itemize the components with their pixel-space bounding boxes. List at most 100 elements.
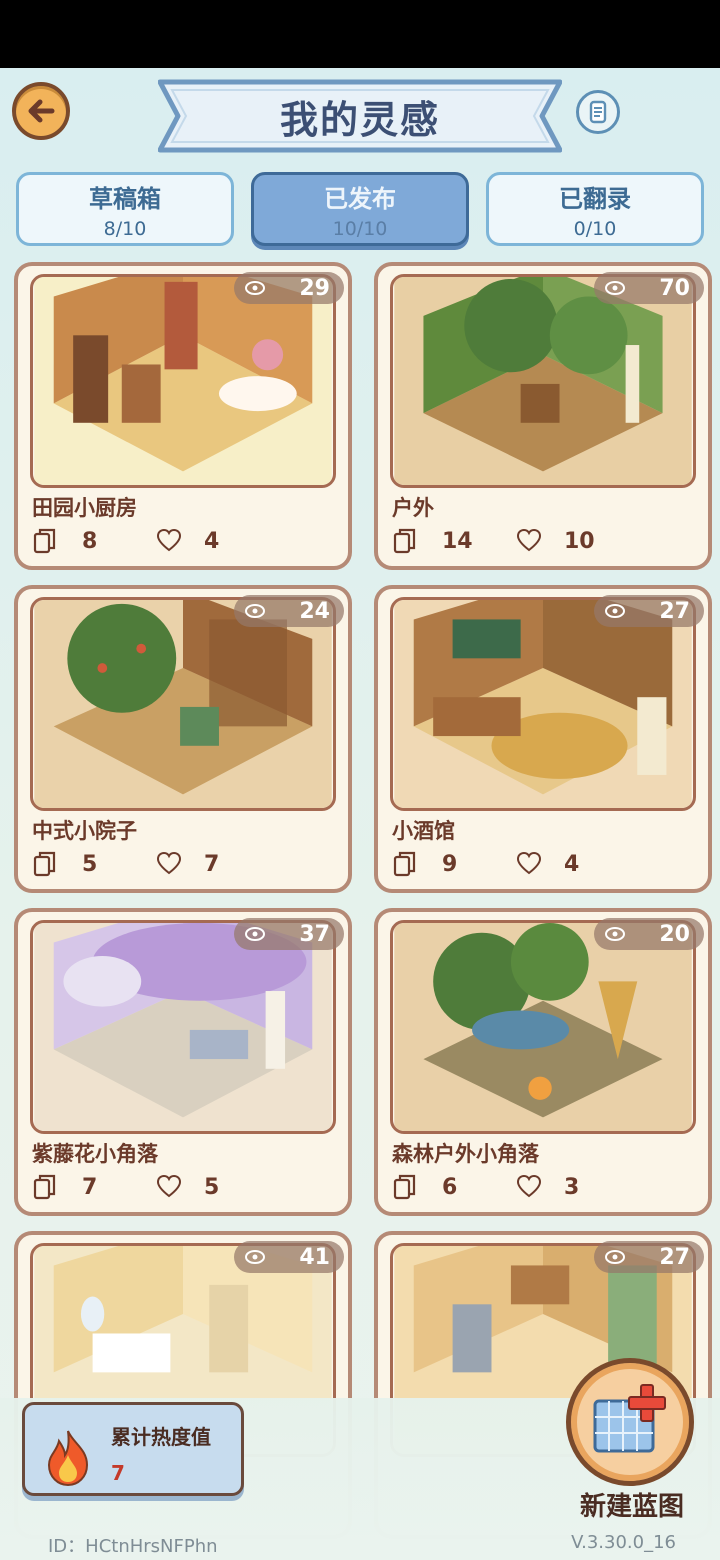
new-blueprint-button[interactable]: [566, 1358, 694, 1486]
tab-count: 0/10: [573, 217, 617, 240]
copy-icon: [33, 851, 56, 877]
view-count-badge: 27: [594, 595, 704, 627]
card-title: 中式小院子: [32, 819, 137, 843]
like-count: 4: [564, 851, 580, 877]
blueprint-card[interactable]: 70 户外 14 10: [374, 262, 712, 570]
like-count: 10: [564, 528, 595, 554]
heart-icon[interactable]: [156, 1173, 182, 1201]
records-button[interactable]: [576, 90, 620, 134]
outdoor-room-image: [394, 277, 692, 485]
eye-icon: [245, 927, 265, 941]
wisteria-room-image: [34, 923, 332, 1131]
room-thumbnail: [30, 920, 336, 1134]
tab-count: 8/10: [103, 217, 147, 240]
view-count-badge: 27: [594, 1241, 704, 1273]
app-version: V.3.30.0_16: [571, 1532, 676, 1553]
like-count: 7: [204, 851, 220, 877]
eye-icon: [245, 604, 265, 618]
view-count: 24: [299, 598, 330, 624]
copy-icon: [33, 528, 56, 554]
back-button[interactable]: [12, 82, 70, 140]
copy-icon: [393, 1174, 416, 1200]
view-count: 27: [659, 598, 690, 624]
view-count: 27: [659, 1244, 690, 1270]
tab-label: 已发布: [324, 184, 396, 213]
heat-value: 7: [111, 1461, 125, 1485]
card-title: 小酒馆: [392, 819, 455, 843]
view-count-badge: 37: [234, 918, 344, 950]
page-title: 我的灵感: [279, 97, 440, 142]
card-stats: 7 5: [32, 1170, 240, 1204]
app-screen: 我的灵感 草稿箱 8/10 已发布 10/10 已翻录 0/10 29 田园小厨…: [0, 68, 720, 1560]
view-count-badge: 24: [234, 595, 344, 627]
copy-count: 8: [82, 528, 98, 554]
eye-icon: [605, 604, 625, 618]
eye-icon: [605, 927, 625, 941]
tab-published[interactable]: 已发布 10/10: [251, 172, 469, 246]
heart-icon[interactable]: [516, 527, 542, 555]
like-count: 4: [204, 528, 220, 554]
blueprint-add-icon: [593, 1384, 666, 1453]
heat-panel[interactable]: 累计热度值 7: [22, 1402, 244, 1496]
copy-count: 5: [82, 851, 98, 877]
card-stats: 8 4: [32, 524, 240, 558]
scroll-icon: [589, 100, 607, 124]
copy-count: 6: [442, 1174, 458, 1200]
card-stats: 9 4: [392, 847, 600, 881]
blueprint-card[interactable]: 27 小酒馆 9 4: [374, 585, 712, 893]
tab-label: 草稿箱: [89, 184, 161, 213]
blueprint-card[interactable]: 20 森林户外小角落 6 3: [374, 908, 712, 1216]
eye-icon: [245, 281, 265, 295]
copy-icon: [33, 1174, 56, 1200]
header: 我的灵感: [0, 68, 720, 164]
view-count: 37: [299, 921, 330, 947]
heart-icon[interactable]: [516, 850, 542, 878]
like-count: 5: [204, 1174, 220, 1200]
view-count-badge: 29: [234, 272, 344, 304]
room-thumbnail: [390, 597, 696, 811]
tavern-room-image: [394, 600, 692, 808]
kitchen-room-image: [34, 277, 332, 485]
heart-icon[interactable]: [156, 850, 182, 878]
blueprint-card[interactable]: 37 紫藤花小角落 7 5: [14, 908, 352, 1216]
card-stats: 14 10: [392, 524, 600, 558]
tab-count: 10/10: [332, 217, 388, 240]
back-arrow-icon: [28, 99, 55, 123]
copy-icon: [393, 851, 416, 877]
eye-icon: [245, 1250, 265, 1264]
view-count-badge: 20: [594, 918, 704, 950]
tab-copied[interactable]: 已翻录 0/10: [486, 172, 704, 246]
card-title: 田园小厨房: [32, 496, 137, 520]
tab-drafts[interactable]: 草稿箱 8/10: [16, 172, 234, 246]
title-banner: 我的灵感: [158, 76, 562, 156]
card-title: 紫藤花小角落: [32, 1142, 158, 1166]
copy-count: 9: [442, 851, 458, 877]
card-title: 户外: [392, 496, 434, 520]
card-title: 森林户外小角落: [392, 1142, 539, 1166]
like-count: 3: [564, 1174, 580, 1200]
new-blueprint-label: 新建蓝图: [579, 1492, 684, 1522]
view-count: 29: [299, 275, 330, 301]
room-thumbnail: [390, 274, 696, 488]
heart-icon[interactable]: [156, 527, 182, 555]
eye-icon: [605, 1250, 625, 1264]
courtyard-room-image: [34, 600, 332, 808]
view-count-badge: 41: [234, 1241, 344, 1273]
heart-icon[interactable]: [516, 1173, 542, 1201]
room-thumbnail: [30, 597, 336, 811]
view-count: 20: [659, 921, 690, 947]
tab-label: 已翻录: [559, 184, 631, 213]
room-thumbnail: [390, 920, 696, 1134]
card-stats: 6 3: [392, 1170, 600, 1204]
card-stats: 5 7: [32, 847, 240, 881]
view-count-badge: 70: [594, 272, 704, 304]
blueprint-card[interactable]: 29 田园小厨房 8 4: [14, 262, 352, 570]
room-thumbnail: [30, 274, 336, 488]
blueprint-card[interactable]: 24 中式小院子 5 7: [14, 585, 352, 893]
eye-icon: [605, 281, 625, 295]
view-count: 70: [659, 275, 690, 301]
copy-count: 14: [442, 528, 473, 554]
copy-count: 7: [82, 1174, 98, 1200]
forest-corner-image: [394, 923, 692, 1131]
tab-bar: 草稿箱 8/10 已发布 10/10 已翻录 0/10: [16, 172, 704, 248]
